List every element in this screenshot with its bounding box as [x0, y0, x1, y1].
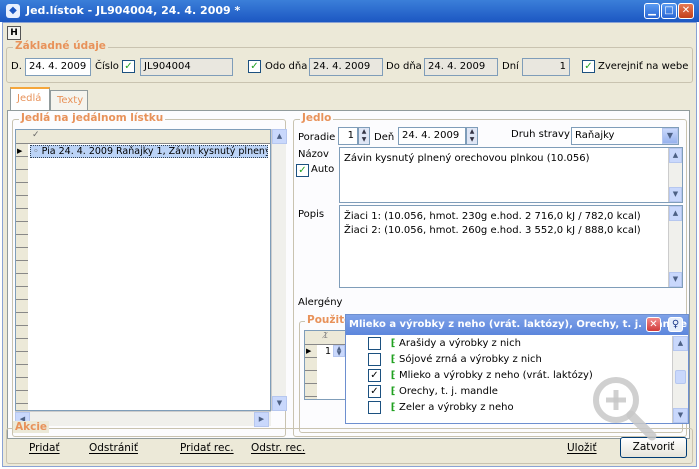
scroll-down-icon[interactable]: ▼	[669, 187, 682, 202]
number-field[interactable]: JL904004	[140, 58, 233, 76]
allergens-vscroll[interactable]: ▲ ▼	[672, 336, 688, 423]
allergen-checkbox[interactable]	[368, 400, 381, 414]
zoom-in-icon	[593, 377, 657, 441]
allergen-label: Mlieko a výrobky z neho (vrát. laktózy)	[399, 370, 593, 381]
list-item-text: Pia 24. 4. 2009 Raňajky 1, Závin kysnutý…	[41, 146, 268, 157]
allergens-dropdown-header[interactable]: Mlieko a výrobky z neho (vrát. laktózy),…	[346, 315, 688, 335]
allergen-label: Zeler a výrobky z neho	[399, 402, 514, 413]
scroll-up-icon[interactable]: ▲	[272, 129, 287, 144]
add-rec-button[interactable]: Pridať rec.	[180, 442, 234, 454]
scroll-down-icon[interactable]: ▼	[673, 408, 688, 423]
row-marker-icon: ◦	[33, 146, 42, 157]
list-item-icon: ⁅	[390, 370, 396, 381]
app-icon: ◆	[6, 4, 20, 18]
order-spinner[interactable]: ▲ ▼	[358, 127, 370, 145]
menu-list-vscroll[interactable]: ▲ ▼	[271, 129, 287, 411]
list-item[interactable]: ⁅ Sójové zrná a výrobky z nich	[368, 352, 668, 368]
day-spinner[interactable]: ▲ ▼	[466, 127, 478, 145]
list-item[interactable]: ◦ Pia 24. 4. 2009 Raňajky 1, Závin kysnu…	[30, 145, 268, 158]
description-text: Žiaci 1: (10.056, hmot. 230g e.hod. 2 71…	[344, 211, 641, 236]
diet-type-value: Raňajky	[575, 130, 615, 141]
scroll-down-icon[interactable]: ▼	[669, 272, 682, 287]
clear-icon[interactable]: ✕	[646, 317, 661, 332]
days-field[interactable]: 1	[522, 58, 570, 76]
list-item-icon: ⁅	[390, 386, 396, 397]
used-row-value: 1	[324, 346, 331, 357]
list-item[interactable]: ⁅ Arašidy a výrobky z nich	[368, 336, 668, 352]
order-field[interactable]: 1	[338, 127, 358, 145]
allergen-checkbox[interactable]: ✓	[368, 368, 381, 382]
name-textarea[interactable]: Závin kysnutý plnený orechovou plnkou (1…	[339, 147, 683, 203]
list-item-icon: ⁅	[390, 338, 396, 349]
from-date-checkbox[interactable]: ✓	[248, 60, 261, 73]
allergen-label: Sójové zrná a výrobky z nich	[399, 354, 542, 365]
scroll-thumb[interactable]	[675, 370, 686, 384]
allergens-summary: Mlieko a výrobky z neho (vrát. laktózy),…	[349, 319, 688, 330]
name-label: Názov	[298, 149, 329, 160]
allergen-checkbox[interactable]	[368, 352, 381, 366]
tab-jedla[interactable]: Jedlá	[10, 87, 50, 111]
publish-web-label: Zverejniť na webe	[598, 61, 689, 72]
remove-button[interactable]: Odstrániť	[89, 442, 138, 454]
list-item-icon: ⁅	[390, 354, 396, 365]
close-button[interactable]: ✕	[678, 3, 694, 19]
day-field[interactable]: 24. 4. 2009	[398, 127, 466, 145]
list-item-icon: ⁅	[390, 402, 396, 413]
menu-list-title: Jedlá na jedálnom lístku	[19, 112, 166, 124]
title-bar: ◆ Jed.lístok - JL904004, 24. 4. 2009 * ▁…	[0, 0, 699, 22]
window-title: Jed.lístok - JL904004, 24. 4. 2009 *	[26, 4, 241, 17]
scroll-down-icon[interactable]: ▼	[272, 396, 287, 411]
menu-list-hscroll[interactable]: ◀ ▶	[15, 411, 271, 427]
help-button[interactable]: H	[7, 26, 21, 40]
number-label: Číslo	[95, 61, 119, 72]
tab-texty[interactable]: Texty	[50, 90, 88, 111]
meal-title: Jedlo	[300, 112, 334, 124]
menu-list-grid[interactable]: ✓ ▶ ◦ Pia 24. 4. 2009 Raňajky 1, Závin k…	[15, 129, 271, 411]
publish-web-checkbox[interactable]: ✓	[582, 60, 595, 73]
from-date-label: Odo dňa	[265, 61, 308, 72]
to-date-field[interactable]: 24. 4. 2009	[424, 58, 498, 76]
allergen-checkbox[interactable]: ✓	[368, 384, 381, 398]
description-textarea[interactable]: Žiaci 1: (10.056, hmot. 230g e.hod. 2 71…	[339, 205, 683, 288]
add-button[interactable]: Pridať	[29, 442, 60, 454]
date-field[interactable]: 24. 4. 2009	[25, 58, 91, 76]
chevron-down-icon[interactable]: ▼	[662, 128, 678, 144]
current-row-icon: ▶	[17, 147, 23, 155]
scroll-right-icon[interactable]: ▶	[254, 412, 269, 427]
auto-name-label: Auto	[311, 164, 335, 175]
description-vscroll[interactable]: ▲ ▼	[668, 206, 682, 287]
description-label: Popis	[298, 209, 325, 220]
actions-title: Akcie	[13, 421, 50, 433]
basic-data-title: Základné údaje	[13, 40, 108, 52]
order-label: Poradie	[298, 132, 336, 143]
maximize-button[interactable]: □	[661, 3, 677, 19]
date-label: D.	[11, 61, 22, 72]
scroll-up-icon[interactable]: ▲	[673, 336, 688, 351]
number-checkbox[interactable]: ✓	[122, 60, 135, 73]
accessibility-icon[interactable]: ♀	[668, 317, 683, 332]
row-headers	[16, 144, 28, 410]
current-row-icon: ▶	[306, 347, 312, 355]
used-row-spinner[interactable]: ▲ ▼	[333, 345, 345, 357]
day-label: Deň	[374, 132, 395, 143]
days-label: Dní	[502, 61, 519, 72]
allergens-label: Alergény	[298, 297, 343, 308]
diet-type-label: Druh stravy	[511, 129, 570, 140]
name-text: Závin kysnutý plnený orechovou plnkou (1…	[344, 153, 590, 164]
scroll-up-icon[interactable]: ▲	[669, 148, 682, 163]
auto-name-checkbox[interactable]: ✓	[296, 164, 309, 177]
allergen-label: Arašidy a výrobky z nich	[399, 338, 521, 349]
name-vscroll[interactable]: ▲ ▼	[668, 148, 682, 202]
scroll-up-icon[interactable]: ▲	[669, 206, 682, 221]
save-button[interactable]: Uložiť	[567, 442, 597, 454]
to-date-label: Do dňa	[386, 61, 422, 72]
minimize-button[interactable]: ▁	[644, 3, 660, 19]
grid-header: ✓	[16, 130, 270, 144]
allergen-label: Orechy, t. j. mandle	[399, 386, 498, 397]
allergen-checkbox[interactable]	[368, 336, 381, 350]
from-date-field[interactable]: 24. 4. 2009	[309, 58, 383, 76]
remove-rec-button[interactable]: Odstr. rec.	[251, 442, 305, 454]
grid-check-column-icon: ✓	[32, 130, 40, 140]
